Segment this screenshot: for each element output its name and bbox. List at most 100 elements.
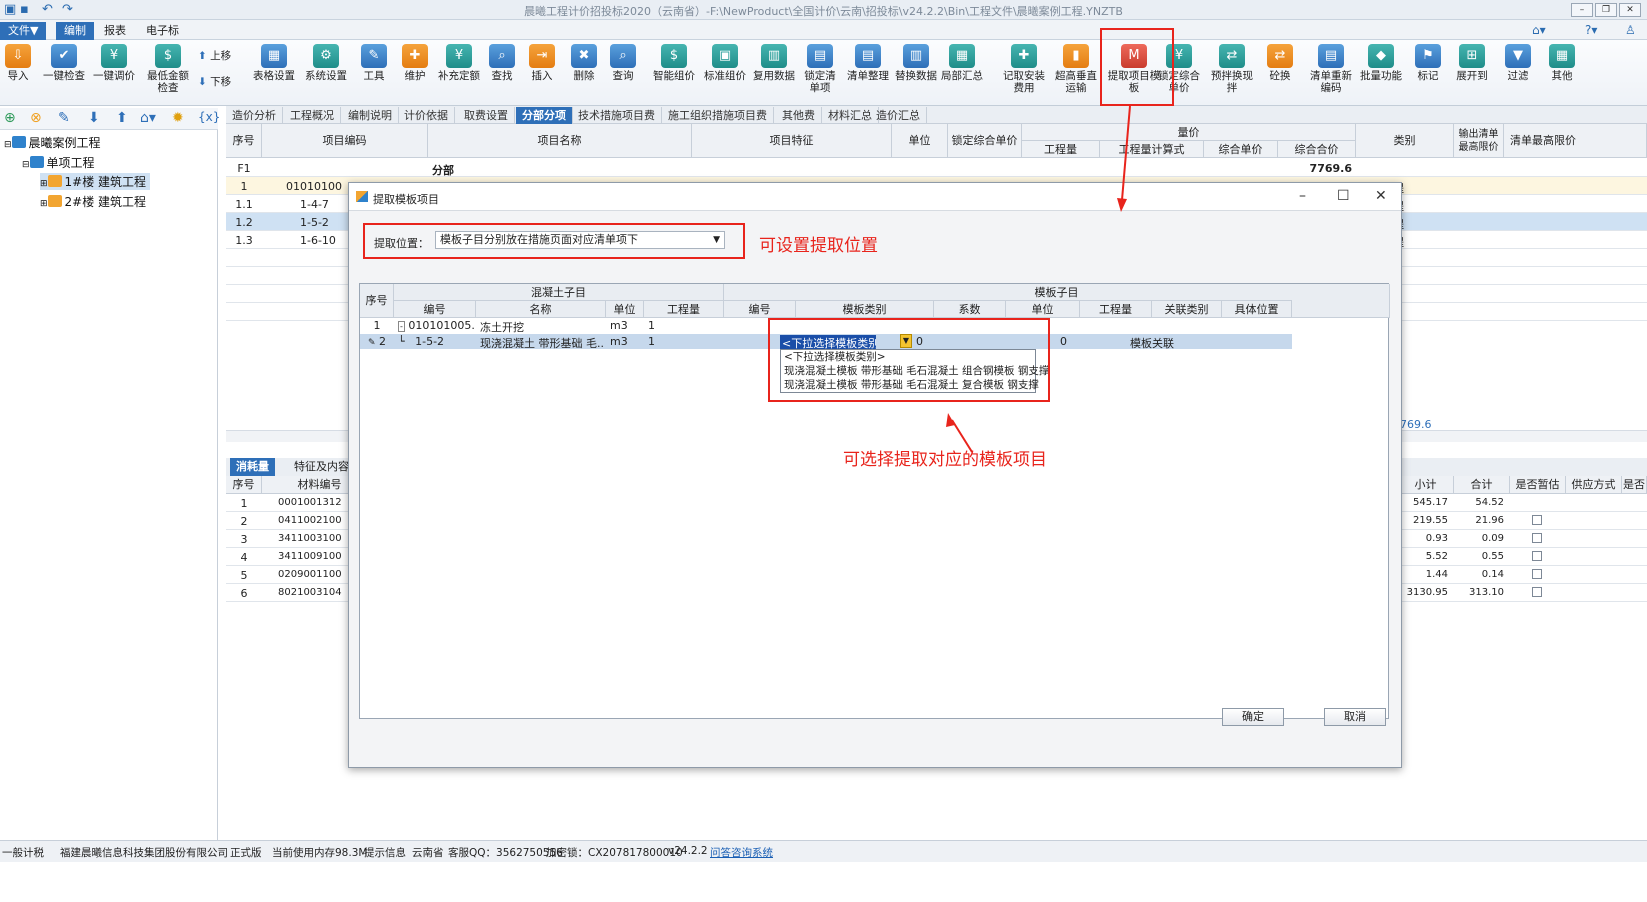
user-icon[interactable]: ♙: [1625, 23, 1636, 37]
tab-6[interactable]: 技术措施项目费: [572, 107, 662, 124]
help-icon[interactable]: ?▾: [1585, 23, 1597, 37]
drow1-seq: 1: [373, 319, 381, 332]
toolbar-icon-6: ✎: [361, 44, 387, 68]
menu-tab-ebid[interactable]: 电子标: [138, 22, 187, 40]
toolbar-icon-21: ▮: [1063, 44, 1089, 68]
toolbar-button-13[interactable]: $ 智能组价: [652, 42, 696, 104]
toolbar-icon-30: ▼: [1505, 44, 1531, 68]
toolbar-button-9[interactable]: ⌕ 查找: [484, 42, 520, 104]
edit-icon[interactable]: ✎: [58, 110, 70, 126]
tab-3[interactable]: 计价依据: [398, 107, 455, 124]
status-item: 提示信息: [364, 847, 406, 859]
toolbar-button-1[interactable]: ✔ 一键检查: [40, 42, 88, 104]
toolbar-button-30[interactable]: ▼ 过滤: [1500, 42, 1536, 104]
tab-5[interactable]: 分部分项: [516, 107, 573, 124]
tab-8[interactable]: 其他费: [776, 107, 822, 124]
toolbar-button-8[interactable]: ¥ 补充定额: [436, 42, 482, 104]
dialog-close-button[interactable]: ✕: [1375, 188, 1387, 204]
tab-7[interactable]: 施工组织措施项目费: [662, 107, 774, 124]
drow2-code: └ 1-5-2: [398, 335, 445, 348]
toolbar-button-10[interactable]: ⇥ 插入: [524, 42, 560, 104]
toolbar-button-0[interactable]: ⇩ 导入: [2, 42, 34, 104]
add-icon[interactable]: ⊕: [4, 110, 16, 126]
toolbar-button-28[interactable]: ⚑ 标记: [1410, 42, 1446, 104]
toolbar-icon-29: ⊞: [1459, 44, 1485, 68]
tab-10[interactable]: 造价汇总: [870, 107, 927, 124]
toolbar-button-6[interactable]: ✎ 工具: [354, 42, 394, 104]
tab-consumption[interactable]: 消耗量: [230, 458, 275, 476]
toolbar-button-25[interactable]: ⇄ 砼换: [1262, 42, 1298, 104]
toolbar-button-20[interactable]: ✚ 记取安装费用: [1000, 42, 1048, 104]
estimate-checkbox[interactable]: [1532, 569, 1542, 579]
delete-icon[interactable]: ⊗: [30, 110, 42, 126]
position-select[interactable]: 模板子目分别放在措施页面对应清单项下 ▼: [435, 231, 725, 249]
tab-4[interactable]: 取费设置: [458, 107, 515, 124]
drow1-code[interactable]: - 010101005...: [398, 319, 476, 332]
row-sum: 313.10: [1469, 587, 1504, 598]
settings-icon[interactable]: ✹: [172, 110, 184, 126]
toolbar-button-26[interactable]: ▤ 清单重新编码: [1306, 42, 1356, 104]
tree-building-2[interactable]: ⊞ 2#楼 建筑工程: [40, 193, 146, 210]
tree-building-1[interactable]: ⊞ 1#楼 建筑工程: [40, 173, 151, 190]
tab-1[interactable]: 工程概况: [284, 107, 341, 124]
dialog-maximize-button[interactable]: ☐: [1337, 188, 1350, 204]
dialog-title-bar: 提取模板项目 – ☐ ✕: [349, 183, 1401, 211]
braces-icon[interactable]: {x}: [198, 110, 220, 124]
move-down-button[interactable]: ⬇ 下移: [198, 74, 231, 89]
toolbar-button-21[interactable]: ▮ 超高垂直运输: [1052, 42, 1100, 104]
row-seq: F1: [237, 162, 251, 175]
col-qty: 工程量: [1022, 141, 1100, 158]
move-up-button[interactable]: ⬆ 上移: [198, 48, 231, 63]
toolbar-button-11[interactable]: ✖ 删除: [566, 42, 602, 104]
toolbar-button-5[interactable]: ⚙ 系统设置: [302, 42, 350, 104]
table-row[interactable]: F1 分部 7769.6: [226, 159, 1647, 177]
down-icon[interactable]: ⬇: [88, 110, 100, 126]
toolbar-button-16[interactable]: ▤ 锁定清单项: [800, 42, 840, 104]
toolbar-button-31[interactable]: ▦ 其他: [1544, 42, 1580, 104]
minimize-button[interactable]: –: [1571, 3, 1593, 17]
toolbar-button-12[interactable]: ⌕ 查询: [606, 42, 640, 104]
status-item: v24.2.2: [668, 845, 708, 857]
estimate-checkbox[interactable]: [1532, 587, 1542, 597]
toolbar-button-15[interactable]: ▥ 复用数据: [752, 42, 796, 104]
estimate-checkbox[interactable]: [1532, 515, 1542, 525]
estimate-checkbox[interactable]: [1532, 551, 1542, 561]
tree-root[interactable]: ⊟ 晨曦案例工程: [4, 134, 101, 151]
ok-button[interactable]: 确定: [1222, 708, 1284, 726]
toolbar-icon-9: ⌕: [489, 44, 515, 68]
toolbar-label: 导入: [7, 70, 29, 82]
toolbar-button-3[interactable]: $ 最低金额检查: [142, 42, 194, 104]
toolbar-button-17[interactable]: ▤ 清单整理: [846, 42, 890, 104]
home-icon[interactable]: ⌂▾: [1532, 23, 1546, 37]
tab-0[interactable]: 造价分析: [226, 107, 283, 124]
restore-button[interactable]: ❐: [1595, 3, 1617, 17]
status-item: 一般计税: [2, 847, 44, 859]
drow2-relation: 模板关联: [1130, 337, 1174, 350]
menu-tab-report[interactable]: 报表: [96, 22, 134, 40]
toolbar-button-14[interactable]: ▣ 标准组价: [702, 42, 748, 104]
up-icon[interactable]: ⬆: [116, 110, 128, 126]
home-menu-icon[interactable]: ⌂▾: [140, 110, 156, 126]
file-menu[interactable]: 文件▼: [0, 22, 47, 40]
toolbar-button-7[interactable]: ✚ 维护: [398, 42, 432, 104]
menu-tab-edit[interactable]: 编制: [56, 22, 94, 40]
tree-single-project[interactable]: ⊟ 单项工程: [22, 154, 95, 171]
qa-system-link[interactable]: 问答咨询系统: [710, 845, 773, 860]
toolbar-button-27[interactable]: ◆ 批量功能: [1358, 42, 1404, 104]
toolbar-button-2[interactable]: ¥ 一键调价: [90, 42, 138, 104]
cancel-button[interactable]: 取消: [1324, 708, 1386, 726]
estimate-checkbox[interactable]: [1532, 533, 1542, 543]
close-button[interactable]: ✕: [1619, 3, 1641, 17]
row-sum: 0.14: [1481, 569, 1504, 580]
dialog-minimize-button[interactable]: –: [1299, 188, 1306, 204]
toolbar-button-29[interactable]: ⊞ 展开到: [1450, 42, 1494, 104]
toolbar-button-4[interactable]: ▦ 表格设置: [252, 42, 296, 104]
tab-features[interactable]: 特征及内容: [288, 458, 355, 476]
bcol-subtotal: 小计: [1398, 476, 1454, 494]
toolbar-button-18[interactable]: ▥ 替换数据: [894, 42, 938, 104]
row-seq: 1.2: [235, 216, 253, 229]
toolbar-button-24[interactable]: ⇄ 预拌换现拌: [1206, 42, 1258, 104]
toolbar-label: 复用数据: [753, 70, 795, 82]
tab-2[interactable]: 编制说明: [342, 107, 399, 124]
toolbar-button-19[interactable]: ▦ 局部汇总: [940, 42, 984, 104]
